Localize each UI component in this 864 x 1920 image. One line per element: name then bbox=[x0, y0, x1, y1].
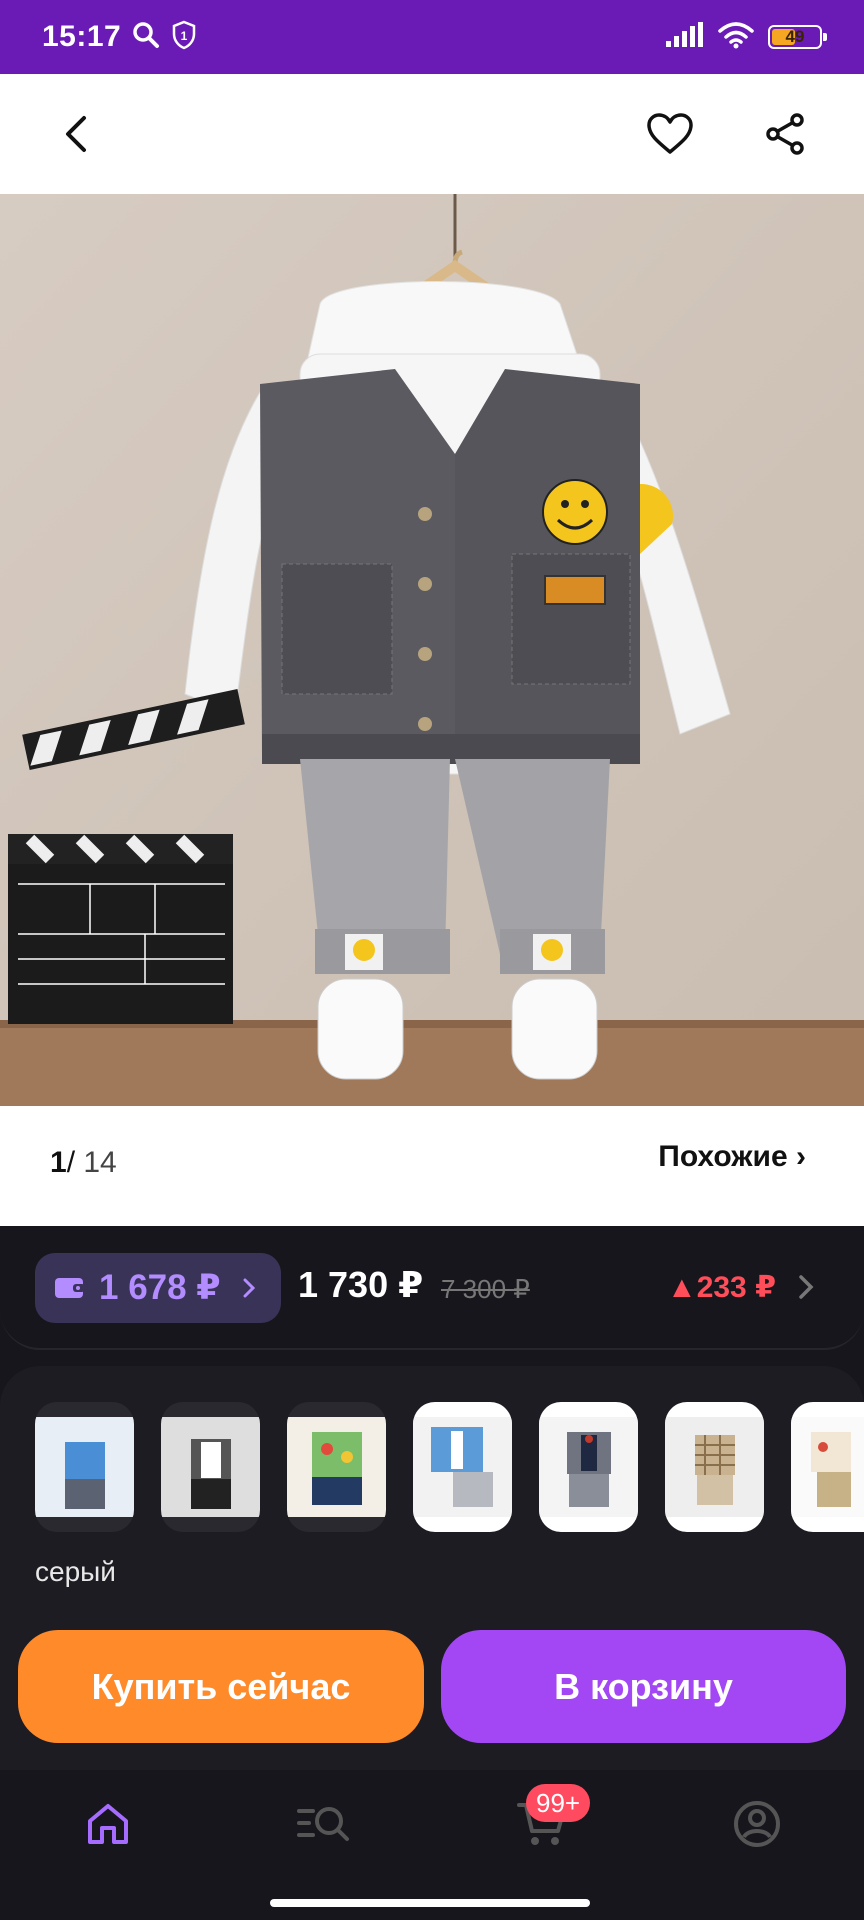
chevron-right-icon bbox=[243, 1278, 255, 1298]
catalog-search-icon bbox=[297, 1807, 349, 1841]
svg-text:1: 1 bbox=[181, 29, 188, 43]
similar-link[interactable]: Похожие › bbox=[658, 1140, 806, 1174]
favorite-button[interactable] bbox=[640, 104, 700, 164]
wallet-price: 1 678 ₽ bbox=[99, 1268, 221, 1307]
wallet-price-pill[interactable]: 1 678 ₽ bbox=[35, 1253, 281, 1323]
tab-profile[interactable] bbox=[722, 1794, 792, 1854]
selected-color-label: серый bbox=[35, 1556, 116, 1587]
tab-home[interactable] bbox=[73, 1794, 143, 1854]
share-button[interactable] bbox=[755, 104, 815, 164]
product-image[interactable] bbox=[0, 194, 864, 1106]
variant-thumb-2[interactable] bbox=[161, 1402, 260, 1532]
variant-list bbox=[35, 1402, 864, 1532]
signal-icon bbox=[664, 21, 704, 54]
old-price: 7 300 ₽ bbox=[441, 1274, 530, 1304]
battery-icon: 49 bbox=[768, 25, 827, 49]
variant-thumb-5[interactable] bbox=[539, 1402, 638, 1532]
variant-thumb-7[interactable] bbox=[791, 1402, 864, 1532]
buy-now-button[interactable]: Купить сейчас bbox=[18, 1630, 424, 1743]
share-icon bbox=[766, 113, 804, 155]
image-counter-current: 1 bbox=[50, 1146, 67, 1179]
variant-thumb-4[interactable] bbox=[413, 1402, 512, 1532]
heart-icon bbox=[647, 113, 693, 154]
tab-catalog[interactable] bbox=[290, 1794, 360, 1854]
add-to-cart-button[interactable]: В корзину bbox=[441, 1630, 846, 1743]
variant-thumb-6[interactable] bbox=[665, 1402, 764, 1532]
back-arrow-icon bbox=[66, 116, 86, 152]
back-button[interactable] bbox=[48, 104, 108, 164]
search-icon bbox=[131, 20, 161, 55]
cart-badge: 99+ bbox=[526, 1784, 591, 1822]
home-icon bbox=[88, 1804, 128, 1844]
profile-icon bbox=[734, 1801, 780, 1847]
home-indicator bbox=[270, 1899, 590, 1907]
status-bar: 15:17 1 49 bbox=[0, 0, 864, 74]
chevron-right-icon[interactable] bbox=[796, 1272, 816, 1307]
battery-level: 49 bbox=[785, 27, 805, 46]
status-time: 15:17 bbox=[42, 20, 122, 53]
current-price: 1 730 ₽ bbox=[298, 1264, 424, 1305]
image-counter-separator: / bbox=[66, 1146, 76, 1179]
shield-icon: 1 bbox=[171, 20, 197, 55]
image-counter-total: 14 bbox=[83, 1146, 117, 1179]
price-difference: ▲233 ₽ bbox=[667, 1271, 776, 1304]
top-nav bbox=[0, 74, 864, 194]
image-counter: 1/ 14 bbox=[50, 1146, 117, 1180]
wifi-icon bbox=[718, 21, 754, 54]
variant-thumb-3[interactable] bbox=[287, 1402, 386, 1532]
wallet-icon bbox=[55, 1278, 85, 1298]
variant-thumb-1[interactable] bbox=[35, 1402, 134, 1532]
